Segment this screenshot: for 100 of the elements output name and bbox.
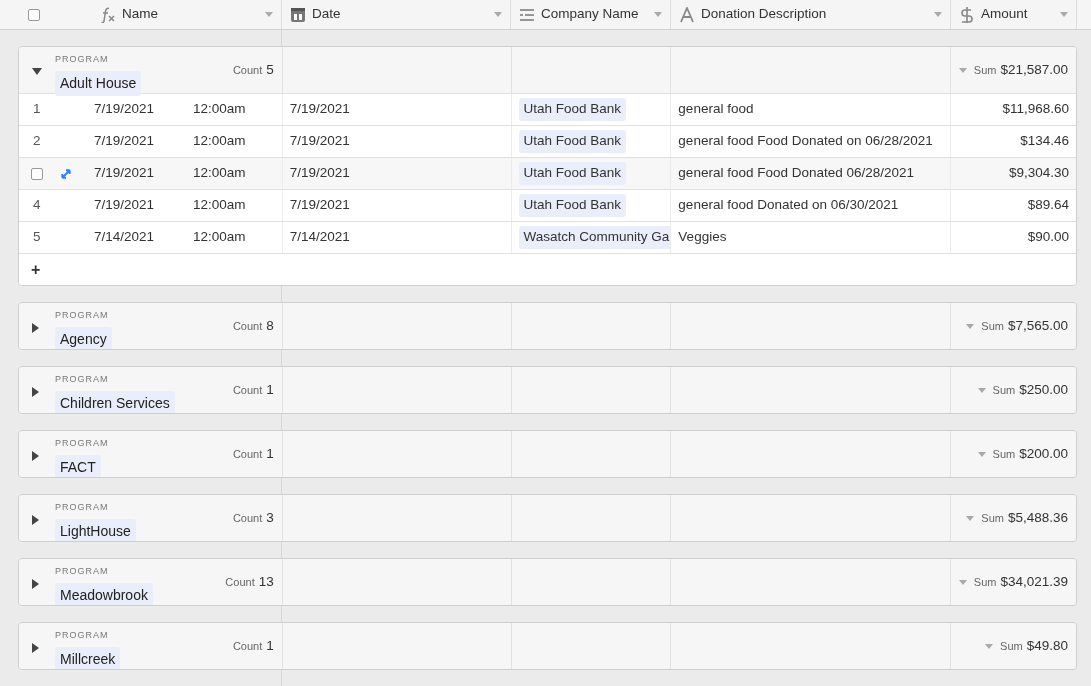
- table-cell-text: 12:00am: [193, 100, 246, 119]
- group-name: Children Services: [55, 390, 175, 413]
- table-cell-text: 7/19/2021: [94, 100, 156, 119]
- table-cell: 7/19/2021: [282, 190, 512, 221]
- company-chip: Utah Food Bank: [518, 162, 627, 185]
- group-name: Meadowbrook: [55, 582, 153, 605]
- sum-label: Sum: [981, 510, 1004, 526]
- expand-row-icon[interactable]: [60, 167, 72, 180]
- row-number: 5: [33, 228, 41, 247]
- table-row[interactable]: 1 7/19/2021 12:00am 7/19/2021 Utah Food Bank general food $11,968.60: [19, 93, 1076, 125]
- table-cell: general food: [671, 94, 952, 125]
- count-label: Count: [232, 446, 263, 462]
- group-name: Millcreek: [55, 646, 121, 669]
- caret-icon[interactable]: [985, 643, 994, 649]
- expand-icon[interactable]: [32, 515, 39, 525]
- caret-icon[interactable]: [977, 451, 986, 457]
- count-value: 8: [266, 316, 274, 335]
- caret-icon[interactable]: [958, 67, 967, 73]
- expand-icon[interactable]: [32, 323, 39, 333]
- group-name: LightHouse: [55, 518, 136, 541]
- lines-icon: [519, 6, 535, 23]
- collapse-icon[interactable]: [32, 68, 42, 75]
- group-field-label: PROGRAM: [55, 629, 110, 642]
- table-row[interactable]: 7/19/2021 12:00am 7/19/2021 Utah Food Bank general food Food Donated 06/28/2021 $9,304.30: [19, 157, 1076, 189]
- company-chip: Utah Food Bank: [518, 130, 627, 153]
- company-chip: Utah Food Bank: [518, 194, 627, 217]
- column-header[interactable]: Donation Description: [671, 0, 951, 29]
- column-header[interactable]: Amount: [951, 0, 1077, 29]
- count-value: 1: [266, 636, 274, 655]
- group-field-label: PROGRAM: [55, 373, 110, 386]
- caret-icon[interactable]: [934, 12, 942, 17]
- group-name: Adult House: [55, 70, 142, 96]
- sum-label: Sum: [973, 62, 997, 78]
- count-value: 1: [266, 380, 274, 399]
- count-value: 13: [258, 572, 274, 591]
- count-label: Count: [232, 382, 263, 398]
- letter-icon: [679, 6, 695, 23]
- expand-icon[interactable]: [32, 579, 39, 589]
- table-cell: general food Food Donated 06/28/2021: [671, 158, 952, 189]
- table-row[interactable]: 4 7/19/2021 12:00am 7/19/2021 Utah Food Bank general food Donated on 06/30/2021 $89.64: [19, 189, 1076, 221]
- sum-value: $250.00: [1019, 380, 1068, 399]
- row-number: 2: [33, 132, 41, 151]
- sum-value: $5,488.36: [1007, 508, 1068, 527]
- caret-icon[interactable]: [966, 515, 975, 521]
- table-cell-text: $134.46: [1019, 132, 1070, 151]
- count-label: Count: [232, 318, 263, 334]
- company-chip: Wasatch Community Ga: [518, 226, 671, 249]
- caret-icon[interactable]: [1060, 12, 1068, 17]
- formula-icon: [100, 6, 116, 23]
- group-field-label: PROGRAM: [55, 437, 109, 450]
- expand-icon[interactable]: [32, 451, 39, 461]
- caret-icon[interactable]: [265, 12, 273, 17]
- group-field-label: PROGRAM: [55, 309, 110, 322]
- sum-value: $200.00: [1019, 444, 1068, 463]
- expand-icon[interactable]: [32, 387, 39, 397]
- sum-label: Sum: [1000, 638, 1023, 654]
- table-cell-text: 12:00am: [193, 164, 246, 183]
- table-cell-text: $11,968.60: [1001, 100, 1070, 119]
- count-value: 1: [266, 444, 274, 463]
- caret-icon[interactable]: [977, 387, 986, 393]
- column-header[interactable]: Name: [0, 0, 282, 29]
- table-cell-text: 7/14/2021: [94, 228, 156, 247]
- count-value: 3: [266, 508, 274, 527]
- group-name: Agency: [55, 326, 112, 349]
- count-label: Count: [232, 638, 263, 654]
- group-name: FACT: [55, 454, 101, 477]
- column-header[interactable]: Date: [282, 0, 511, 29]
- table-cell-text: $89.64: [1026, 196, 1070, 215]
- count-label: Count: [232, 62, 263, 78]
- table-cell-text: $9,304.30: [1007, 164, 1070, 183]
- caret-icon[interactable]: [958, 579, 967, 585]
- count-value: 5: [266, 60, 274, 79]
- row-number: 4: [33, 196, 41, 215]
- sum-value: $21,587.00: [1000, 60, 1068, 79]
- table-cell-text: 7/19/2021: [94, 196, 156, 215]
- table-cell: 7/19/2021: [282, 158, 512, 189]
- calendar-icon: [290, 6, 306, 23]
- expand-icon[interactable]: [32, 643, 39, 653]
- sum-value: $34,021.39: [1000, 572, 1068, 591]
- table-cell-text: 12:00am: [193, 228, 246, 247]
- row-number: 1: [33, 100, 41, 119]
- sum-label: Sum: [992, 446, 1016, 462]
- count-label: Count: [232, 510, 263, 526]
- select-all-checkbox[interactable]: [28, 8, 40, 21]
- table-cell: general food Donated on 06/30/2021: [671, 190, 952, 221]
- table-cell-text: $90.00: [1026, 228, 1070, 247]
- caret-icon[interactable]: [654, 12, 662, 17]
- sum-label: Sum: [973, 574, 997, 590]
- sum-label: Sum: [992, 382, 1016, 398]
- add-row-button[interactable]: +: [31, 257, 41, 282]
- column-header[interactable]: Company Name: [511, 0, 671, 29]
- group-field-label: PROGRAM: [55, 565, 110, 578]
- table-cell-text: 12:00am: [193, 132, 246, 151]
- caret-icon[interactable]: [494, 12, 502, 17]
- group-field-label: PROGRAM: [55, 53, 110, 66]
- group-field-label: PROGRAM: [55, 501, 110, 514]
- caret-icon[interactable]: [966, 323, 975, 329]
- sum-value: $7,565.00: [1007, 316, 1068, 335]
- row-checkbox[interactable]: [31, 167, 43, 180]
- company-chip: Utah Food Bank: [518, 98, 627, 121]
